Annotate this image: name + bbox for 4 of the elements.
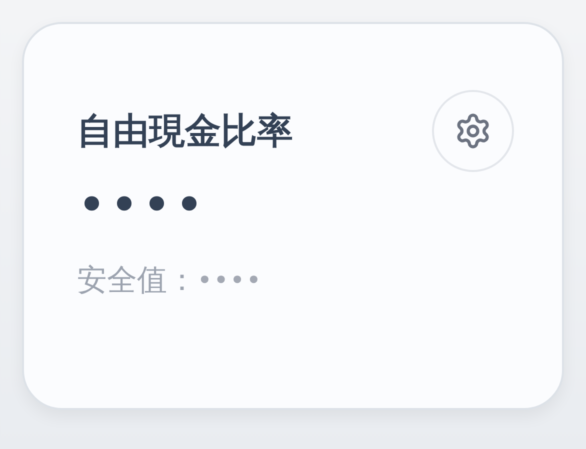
card-title: 自由現金比率 bbox=[77, 113, 293, 149]
masked-value: •••• bbox=[77, 180, 208, 230]
safe-masked-value: •••• bbox=[197, 268, 262, 294]
safe-value-label: 安全值： bbox=[77, 266, 197, 296]
